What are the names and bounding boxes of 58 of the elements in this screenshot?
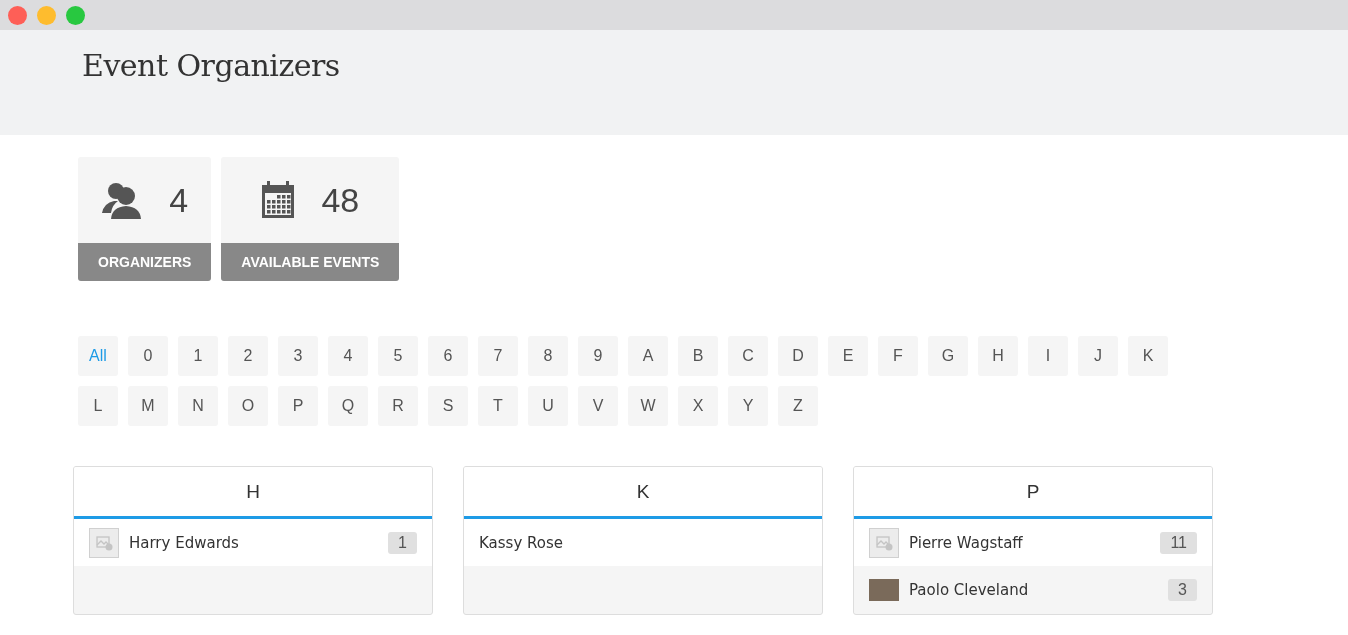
letter-filter-button[interactable]: Q: [328, 386, 368, 426]
letter-filter-button[interactable]: I: [1028, 336, 1068, 376]
letter-filter-button[interactable]: Y: [728, 386, 768, 426]
letter-filter-button[interactable]: F: [878, 336, 918, 376]
letter-filter-button[interactable]: 7: [478, 336, 518, 376]
letter-filter-button[interactable]: B: [678, 336, 718, 376]
stat-value: 48: [321, 180, 360, 220]
letter-filter-button[interactable]: V: [578, 386, 618, 426]
letter-filter-button[interactable]: P: [278, 386, 318, 426]
letter-filter-button[interactable]: L: [78, 386, 118, 426]
photo-placeholder: [869, 578, 899, 601]
letter-filter-button[interactable]: S: [428, 386, 468, 426]
minimize-window-button[interactable]: [37, 5, 56, 25]
letter-filter-button[interactable]: W: [628, 386, 668, 426]
stat-label: ORGANIZERS: [78, 243, 212, 281]
organizer-name[interactable]: Paolo Cleveland: [909, 580, 1159, 599]
letter-filter-button[interactable]: D: [778, 336, 818, 376]
image-placeholder-icon: [869, 527, 899, 558]
organizer-name[interactable]: Harry Edwards: [129, 533, 379, 552]
letter-filter-button[interactable]: N: [178, 386, 218, 426]
event-count-badge: 1: [388, 531, 417, 554]
image-placeholder-icon: [89, 527, 119, 558]
letter-filter-button[interactable]: M: [128, 386, 168, 426]
letter-filter-button[interactable]: O: [228, 386, 268, 426]
letter-filter-button[interactable]: R: [378, 386, 418, 426]
letter-filter-button[interactable]: H: [978, 336, 1018, 376]
letter-filter-button[interactable]: T: [478, 386, 518, 426]
letter-filter-button[interactable]: X: [678, 386, 718, 426]
stat-label: AVAILABLE EVENTS: [221, 243, 400, 281]
organizer-name[interactable]: Pierre Wagstaff: [909, 533, 1151, 552]
group-letter: K: [636, 480, 650, 503]
letter-filter-button[interactable]: 2: [228, 336, 268, 376]
letter-filter-button[interactable]: J: [1078, 336, 1118, 376]
letter-filter-button[interactable]: K: [1128, 336, 1168, 376]
letter-filter-button[interactable]: 4: [328, 336, 368, 376]
letter-filter-button[interactable]: 6: [428, 336, 468, 376]
letter-filter-button[interactable]: U: [528, 386, 568, 426]
calendar-icon: [261, 181, 296, 219]
letter-filter-button[interactable]: 0: [128, 336, 168, 376]
letter-filter-button[interactable]: 1: [178, 336, 218, 376]
letter-filter-button[interactable]: 3: [278, 336, 318, 376]
stat-value: 4: [169, 180, 189, 220]
zoom-window-button[interactable]: [66, 5, 85, 25]
letter-filter-button[interactable]: 8: [528, 336, 568, 376]
letter-filter-button[interactable]: C: [728, 336, 768, 376]
event-count-badge: 3: [1168, 578, 1197, 601]
users-icon: [101, 181, 144, 219]
letter-filter-button[interactable]: E: [828, 336, 868, 376]
letter-filter-button[interactable]: 9: [578, 336, 618, 376]
close-window-button[interactable]: [8, 5, 27, 25]
letter-filter-button[interactable]: Z: [778, 386, 818, 426]
letter-filter-button[interactable]: 5: [378, 336, 418, 376]
group-letter: H: [246, 480, 260, 503]
event-count-badge: 11: [1160, 531, 1197, 554]
group-letter: P: [1026, 480, 1040, 503]
letter-filter-button[interactable]: G: [928, 336, 968, 376]
page-title: Event Organizers: [81, 47, 341, 83]
letter-filter-button[interactable]: A: [628, 336, 668, 376]
